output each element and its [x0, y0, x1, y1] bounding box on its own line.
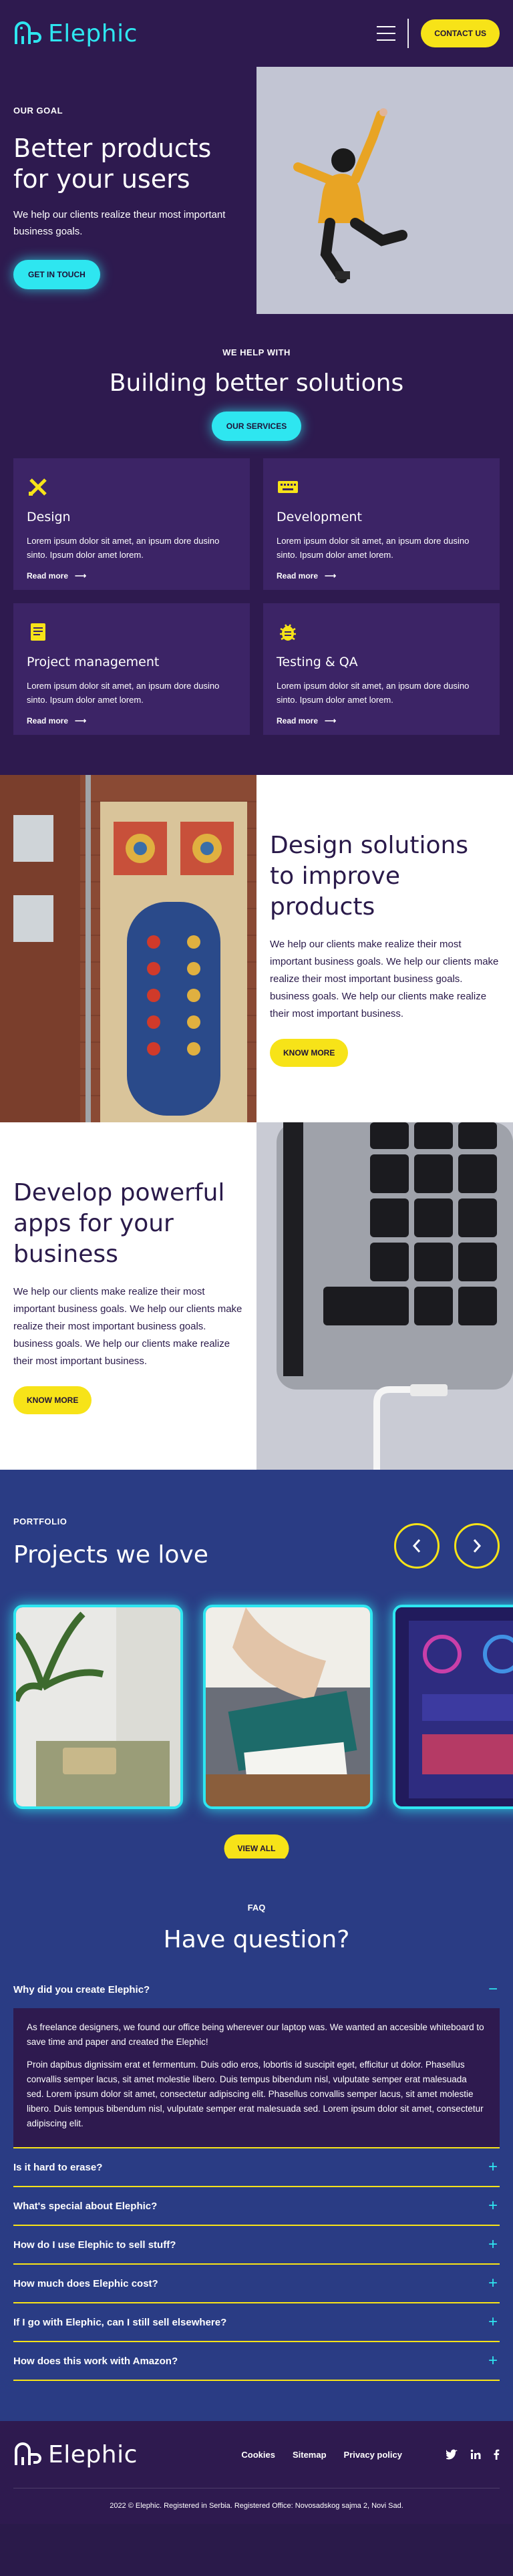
plus-icon: + [488, 2158, 498, 2176]
footer-link-privacy[interactable]: Privacy policy [344, 2450, 402, 2460]
service-description: Lorem ipsum dolor sit amet, an ipsum dor… [277, 536, 470, 560]
faq-question[interactable]: Why did you create Elephic? − [13, 1971, 500, 2008]
clipboard-icon [31, 623, 45, 641]
service-description: Lorem ipsum dolor sit amet, an ipsum dor… [27, 681, 220, 705]
hero-eyebrow: OUR GOAL [13, 106, 63, 116]
faq-item: How do I use Elephic to sell stuff? + [13, 2226, 500, 2265]
footer-link-cookies[interactable]: Cookies [241, 2450, 275, 2460]
services-title: Building better solutions [109, 369, 404, 397]
faq-question[interactable]: How much does Elephic cost? + [13, 2265, 500, 2302]
portfolio-card[interactable] [203, 1605, 373, 1809]
read-more-link[interactable]: Read more ⟶ [27, 716, 236, 726]
footer-link-sitemap[interactable]: Sitemap [293, 2450, 327, 2460]
portfolio-eyebrow: PORTFOLIO [13, 1516, 67, 1526]
logo-text: Elephic [48, 19, 138, 47]
view-all-button[interactable]: VIEW ALL [224, 1834, 289, 1859]
services-section: WE HELP WITH Building better solutions O… [0, 314, 513, 775]
linkedin-icon[interactable] [470, 2449, 481, 2460]
service-name: Testing & QA [277, 655, 358, 669]
faq-title: Have question? [163, 1926, 350, 1953]
faq-answer: As freelance designers, we found our off… [13, 2008, 500, 2147]
copyright-text: 2022 © Elephic. Registered in Serbia. Re… [13, 2488, 500, 2510]
faq-question[interactable]: How do I use Elephic to sell stuff? + [13, 2226, 500, 2263]
plus-icon: + [488, 2235, 498, 2253]
get-in-touch-button[interactable]: GET IN TOUCH [13, 260, 100, 289]
portfolio-card[interactable] [13, 1605, 183, 1809]
footer-logo[interactable]: Elephic [13, 2441, 138, 2468]
service-description: Lorem ipsum dolor sit amet, an ipsum dor… [27, 536, 220, 560]
hero-image-dancer [256, 67, 513, 314]
hero-section: OUR GOAL Better products for your users … [0, 67, 513, 314]
design-title: Design solutions to improve products [270, 832, 469, 921]
carousel-next-button[interactable] [454, 1523, 500, 1569]
develop-apps-section: Develop powerful apps for your business … [0, 1122, 513, 1470]
twitter-icon[interactable] [446, 2449, 458, 2460]
arrow-right-icon: ⟶ [325, 571, 337, 581]
faq-question[interactable]: Is it hard to erase? + [13, 2148, 500, 2186]
plus-icon: + [488, 2313, 498, 2331]
design-solutions-section: Design solutions to improve products We … [0, 775, 513, 1122]
faq-question[interactable]: What's special about Elephic? + [13, 2187, 500, 2225]
hero-description: We help our clients realize theur most i… [13, 209, 226, 237]
faq-question[interactable]: How does this work with Amazon? + [13, 2342, 500, 2380]
faq-question[interactable]: If I go with Elephic, can I still sell e… [13, 2303, 500, 2341]
laptop-keyboard-image [256, 1122, 513, 1470]
site-header: Elephic CONTACT US [0, 0, 513, 67]
plus-icon: + [488, 2352, 498, 2370]
read-more-link[interactable]: Read more ⟶ [277, 571, 486, 581]
pencil-ruler-icon [29, 478, 47, 496]
service-name: Design [27, 510, 71, 524]
site-footer: Elephic Cookies Sitemap Privacy policy 2… [0, 2421, 513, 2524]
arrow-right-icon: ⟶ [325, 716, 337, 726]
read-more-link[interactable]: Read more ⟶ [27, 571, 236, 581]
chevron-right-icon [473, 1539, 482, 1553]
arrow-right-icon: ⟶ [75, 571, 87, 581]
hero-title: Better products for your users [13, 134, 212, 194]
header-divider [407, 19, 409, 48]
read-more-link[interactable]: Read more ⟶ [277, 716, 486, 726]
elephant-logo-icon [15, 21, 41, 44]
contact-us-button[interactable]: CONTACT US [421, 19, 500, 47]
portfolio-title: Projects we love [13, 1541, 208, 1569]
services-eyebrow: WE HELP WITH [222, 347, 291, 357]
know-more-button[interactable]: KNOW MORE [270, 1039, 349, 1067]
faq-item: If I go with Elephic, can I still sell e… [13, 2303, 500, 2342]
develop-description: We help our clients make realize their m… [13, 1286, 242, 1367]
elephant-logo-icon [15, 2442, 41, 2465]
design-description: We help our clients make realize their m… [270, 939, 499, 1019]
our-services-button[interactable]: OUR SERVICES [211, 412, 302, 441]
service-name: Development [277, 510, 362, 524]
service-card-development: Development Lorem ipsum dolor sit amet, … [263, 458, 500, 590]
keyboard-icon [278, 481, 298, 493]
facebook-icon[interactable] [493, 2449, 500, 2460]
bug-icon [280, 624, 296, 641]
footer-logo-text: Elephic [48, 2440, 138, 2468]
service-name: Project management [27, 655, 160, 669]
faq-item: How much does Elephic cost? + [13, 2265, 500, 2303]
arrow-right-icon: ⟶ [75, 716, 87, 726]
develop-title: Develop powerful apps for your business [13, 1179, 225, 1268]
service-card-design: Design Lorem ipsum dolor sit amet, an ip… [13, 458, 250, 590]
portfolio-card[interactable] [393, 1605, 513, 1809]
faq-item: How does this work with Amazon? + [13, 2342, 500, 2381]
faq-item: What's special about Elephic? + [13, 2187, 500, 2226]
service-card-project-management: Project management Lorem ipsum dolor sit… [13, 603, 250, 735]
portfolio-section: PORTFOLIO Projects we love VIEW ALL [0, 1470, 513, 1859]
chevron-left-icon [412, 1539, 421, 1553]
service-description: Lorem ipsum dolor sit amet, an ipsum dor… [277, 681, 470, 705]
building-facade-image [0, 775, 256, 1122]
plus-icon: + [488, 2274, 498, 2292]
plus-icon: + [488, 2197, 498, 2215]
faq-section: FAQ Have question? Why did you create El… [0, 1859, 513, 2421]
faq-item: Is it hard to erase? + [13, 2148, 500, 2187]
minus-icon: − [488, 1980, 498, 1998]
carousel-prev-button[interactable] [394, 1523, 440, 1569]
faq-eyebrow: FAQ [247, 1903, 266, 1913]
hamburger-menu-icon[interactable] [377, 26, 396, 41]
know-more-button[interactable]: KNOW MORE [13, 1386, 92, 1414]
logo[interactable]: Elephic [13, 20, 138, 47]
service-card-testing-qa: Testing & QA Lorem ipsum dolor sit amet,… [263, 603, 500, 735]
faq-item-open: Why did you create Elephic? − As freelan… [13, 1971, 500, 2148]
